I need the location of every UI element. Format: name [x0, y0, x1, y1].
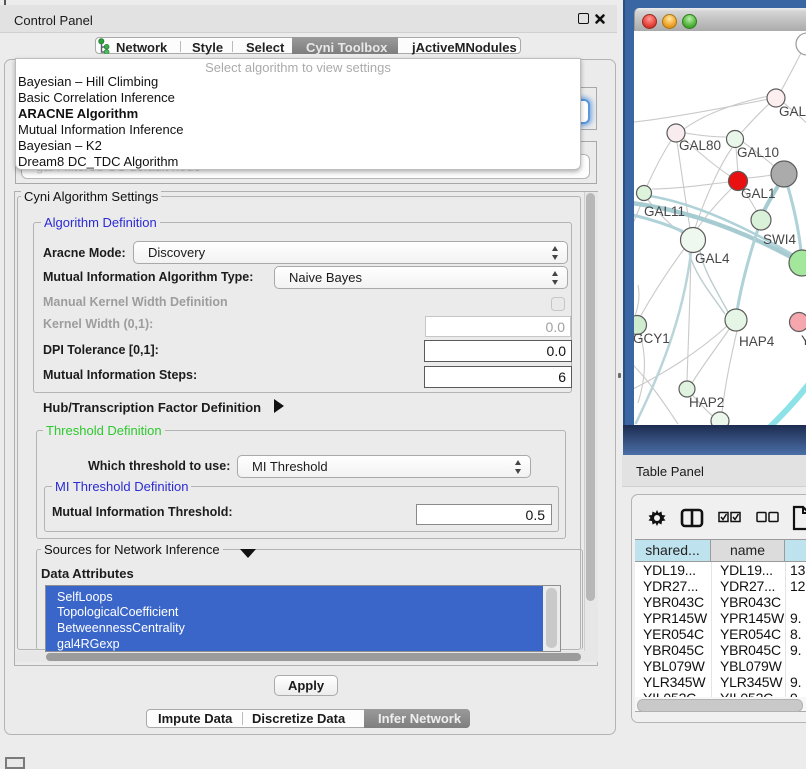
svg-text:GAL1: GAL1: [741, 186, 776, 201]
svg-text:HAP2: HAP2: [689, 395, 724, 410]
svg-text:Y: Y: [801, 333, 806, 348]
svg-text:GAL11: GAL11: [644, 204, 685, 219]
svg-text:HAP4: HAP4: [739, 334, 775, 349]
svg-text:GAL10: GAL10: [737, 145, 779, 160]
svg-text:SWI4: SWI4: [763, 232, 796, 247]
svg-text:GAL4: GAL4: [695, 251, 730, 266]
svg-text:GAL80: GAL80: [679, 138, 721, 153]
svg-text:GCY1: GCY1: [634, 331, 670, 346]
svg-text:GAL2: GAL2: [779, 104, 806, 119]
